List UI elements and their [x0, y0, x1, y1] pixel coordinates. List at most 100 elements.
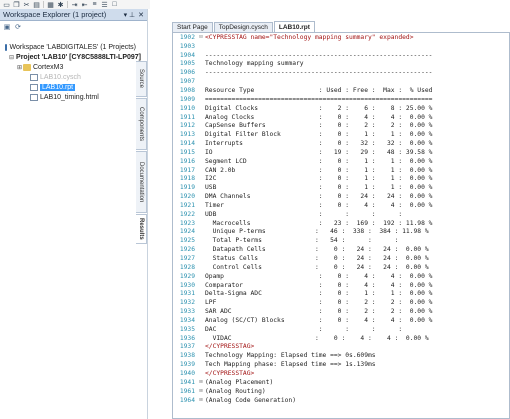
code-line: 1912 CapSense Buffers : 0 : 2 : 2 : 0.00 … [173, 121, 509, 130]
line-number: 1904 [179, 51, 195, 59]
expand-toggle-icon[interactable]: ⊟ [9, 54, 14, 61]
code-text: UDB : : : : [205, 210, 403, 218]
copy-icon[interactable]: ❐ [12, 1, 21, 9]
uncomment-icon[interactable]: ☰ [100, 1, 109, 9]
code-line: 1926 Datapath Cells : 0 : 24 : 24 : 0.00… [173, 245, 509, 254]
line-number: 1964 [179, 396, 195, 404]
close-icon[interactable]: ✕ [138, 11, 144, 19]
workspace-explorer-panel: Workspace Explorer (1 project) ▾ ⊥ ✕ ▣ ⟳… [0, 9, 148, 419]
tree-node[interactable]: ⊟ Project 'LAB10' [CY8C5888LTI-LP097] [0, 52, 141, 62]
fold-toggle-icon[interactable]: ⊟ [197, 34, 205, 40]
code-line: 1911 Analog Clocks : 0 : 4 : 4 : 0.00 % [173, 113, 509, 122]
side-tab-label: Results [138, 218, 144, 240]
code-text: ----------------------------------------… [205, 51, 433, 59]
editor-tab[interactable]: TopDesign.cysch [213, 22, 273, 32]
tree-node[interactable]: ⊞ CortexM3 [0, 62, 136, 72]
side-tab-source[interactable]: Source [136, 61, 147, 97]
code-line: 1961 ⊞ (Analog Routing) [173, 387, 509, 396]
code-text: CapSense Buffers : 0 : 2 : 2 : 0.00 % [205, 122, 433, 130]
code-line: 1934 Analog (SC/CT) Blocks : 0 : 4 : 4 : … [173, 316, 509, 325]
code-line: 1907 [173, 77, 509, 86]
editor-tab[interactable]: Start Page [172, 22, 213, 32]
explorer-toolbar: ▣ ⟳ [0, 21, 147, 32]
indent-icon[interactable]: ⇥ [70, 1, 79, 9]
file-icon [30, 83, 38, 91]
code-text: SAR ADC : 0 : 2 : 2 : 0.00 % [205, 308, 433, 316]
project-tree: Workspace 'LABDIGITALES' (1 Projects) ⊟ Pr… [0, 42, 141, 102]
fold-toggle-icon[interactable]: ⊞ [197, 379, 205, 385]
line-number: 1925 [179, 237, 195, 245]
side-tab-results[interactable]: Results [136, 214, 147, 244]
line-number: 1916 [179, 157, 195, 165]
workspace-explorer-title-bar: Workspace Explorer (1 project) ▾ ⊥ ✕ [0, 9, 147, 21]
code-line: 1921 Timer : 0 : 4 : 4 : 0.00 % [173, 201, 509, 210]
debug-icon[interactable]: ✱ [56, 1, 65, 9]
line-number: 1939 [179, 361, 195, 369]
side-tab-label: Source [138, 69, 144, 89]
line-number: 1928 [179, 263, 195, 271]
tree-node[interactable]: LAB10.rpt [0, 82, 136, 92]
code-line: 1932 LPF : 0 : 2 : 2 : 0.00 % [173, 298, 509, 307]
code-text: <CYPRESSTAG name="Technology mapping sum… [205, 33, 414, 41]
line-number: 1924 [179, 228, 195, 236]
code-text: Analog (SC/CT) Blocks : 0 : 4 : 4 : 0.00… [205, 316, 433, 324]
cut-icon[interactable]: ✂ [22, 1, 31, 9]
line-number: 1936 [179, 334, 195, 342]
code-line: 1923 Macrocells : 23 : 169 : 192 : 11.98… [173, 219, 509, 228]
line-number: 1926 [179, 246, 195, 254]
code-text: Digital Filter Block : 0 : 1 : 1 : 0.00 … [205, 131, 433, 139]
line-number: 1905 [179, 60, 195, 68]
code-text: USB : 0 : 1 : 1 : 0.00 % [205, 184, 433, 192]
tree-node[interactable]: Workspace 'LABDIGITALES' (1 Projects) [0, 42, 136, 52]
expand-toggle-icon[interactable]: ⊞ [16, 64, 23, 71]
code-line: 1931 Delta-Sigma ADC : 0 : 1 : 1 : 0.00 % [173, 289, 509, 298]
code-text: Segment LCD : 0 : 1 : 1 : 0.00 % [205, 157, 433, 165]
side-tab-documentation[interactable]: Documentation [136, 151, 147, 213]
code-line: 1941 ⊞ (Analog Placement) [173, 378, 509, 387]
code-text: Digital Clocks : 2 : 6 : 8 : 25.00 % [205, 104, 433, 112]
code-text: Total P-terms : 54 : : : [205, 237, 399, 245]
tree-node[interactable]: LAB10_timing.html [0, 92, 136, 102]
fold-toggle-icon[interactable]: ⊞ [197, 397, 205, 403]
code-line: 1914 Interrupts : 0 : 32 : 32 : 0.00 % [173, 139, 509, 148]
tree-node-label: Project 'LAB10' [CY8C5888LTI-LP097] [16, 53, 141, 61]
window-icon[interactable]: □ [110, 1, 119, 9]
code-line: 1940 </CYPRESSTAG> [173, 369, 509, 378]
report-editor[interactable]: 1902 ⊟ <CYPRESSTAG name="Technology mappin… [172, 32, 510, 419]
code-line: 1933 SAR ADC : 0 : 2 : 2 : 0.00 % [173, 307, 509, 316]
line-number: 1908 [179, 86, 195, 94]
code-text: ----------------------------------------… [205, 69, 433, 77]
pin-icon[interactable]: ▾ ⊥ [124, 11, 136, 19]
side-tab-components[interactable]: Components [136, 98, 147, 150]
refresh-icon[interactable]: ⟳ [14, 23, 22, 31]
line-number: 1912 [179, 122, 195, 130]
code-text: Datapath Cells : 0 : 24 : 24 : 0.00 % [205, 246, 429, 254]
editor-tab[interactable]: LAB10.rpt [273, 21, 315, 32]
code-text: Technology mapping summary [205, 60, 304, 68]
line-number: 1907 [179, 78, 195, 86]
paste-icon[interactable]: ▤ [32, 1, 41, 9]
file-icon [30, 73, 38, 81]
new-icon[interactable]: ▭ [2, 1, 11, 9]
comment-icon[interactable]: ≡ [90, 1, 99, 9]
code-text: DAC : : : : [205, 325, 403, 333]
code-text: Unique P-terms : 46 : 338 : 384 : 11.98 … [205, 228, 429, 236]
build-icon[interactable]: ▦ [46, 1, 55, 9]
tree-node-label: LAB10_timing.html [40, 93, 99, 101]
properties-icon[interactable]: ▣ [3, 23, 11, 31]
outdent-icon[interactable]: ⇤ [80, 1, 89, 9]
line-number: 1915 [179, 148, 195, 156]
line-number: 1919 [179, 184, 195, 192]
workspace-explorer-title: Workspace Explorer (1 project) [3, 10, 107, 19]
line-number: 1902 [179, 33, 195, 41]
file-icon [30, 93, 38, 101]
fold-toggle-icon[interactable]: ⊞ [197, 388, 205, 394]
code-line: 1927 Status Cells : 0 : 24 : 24 : 0.00 % [173, 254, 509, 263]
tree-node[interactable]: LAB10.cysch [0, 72, 136, 82]
code-text: </CYPRESSTAG> [205, 343, 255, 351]
code-text: Timer : 0 : 4 : 4 : 0.00 % [205, 201, 433, 209]
side-tab-label: Documentation [138, 161, 144, 203]
code-text: Interrupts : 0 : 32 : 32 : 0.00 % [205, 140, 433, 148]
code-line: 1938 Technology Mapping: Elapsed time ==>… [173, 351, 509, 360]
main-toolbar: ▭ ❐ ✂ ▤ ▦ ✱ ⇥ ⇤ ≡ ☰ □ [0, 0, 150, 9]
